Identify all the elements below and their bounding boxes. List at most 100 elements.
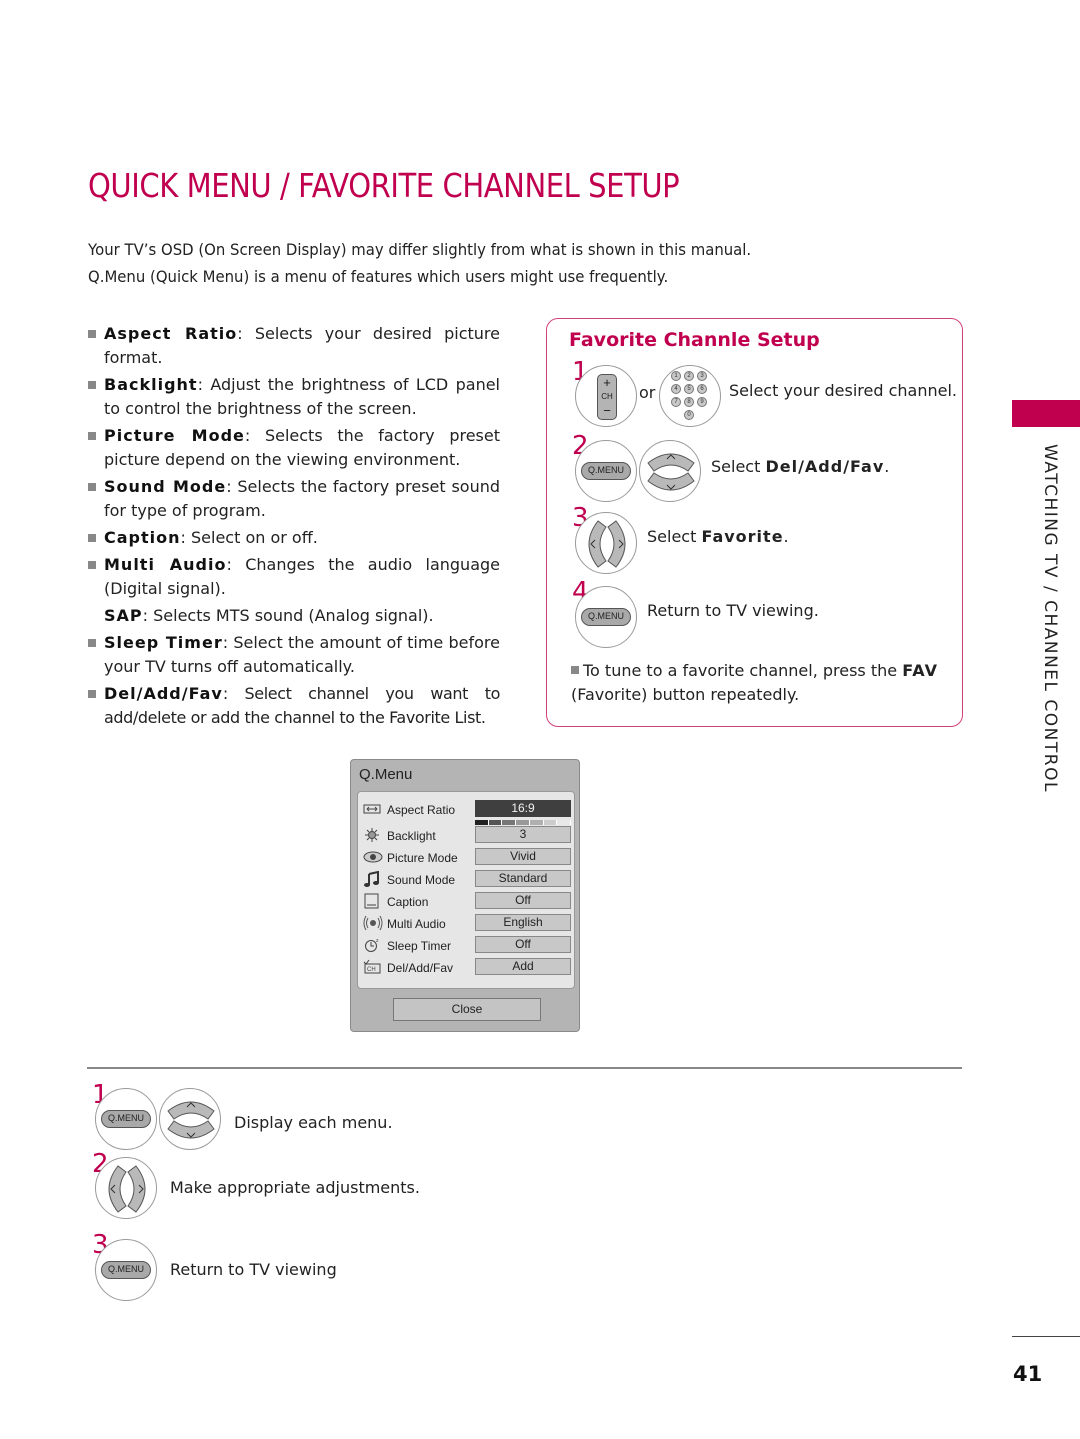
backlight-level-segment — [543, 820, 558, 825]
bullet-icon — [88, 561, 96, 569]
section-divider — [87, 1067, 962, 1069]
bullet-icon — [88, 483, 96, 491]
step-2-text-bold: Del/Add/Fav — [765, 457, 885, 476]
sound-mode-icon — [363, 870, 381, 887]
qmenu-close-button[interactable]: Close — [393, 998, 541, 1021]
left-right-button-graphic — [575, 512, 637, 574]
note-text-post: (Favorite) button repeatedly. — [571, 685, 800, 704]
numpad-key-0: 0 — [684, 410, 694, 420]
feature-term: Caption — [104, 528, 181, 547]
numpad-key-2: 2 — [684, 371, 694, 381]
feature-term: Aspect Ratio — [104, 324, 238, 343]
backlight-level-bar — [475, 820, 572, 825]
feature-desc: : Selects MTS sound (Analog signal). — [142, 606, 434, 625]
feature-del-add-fav: Del/Add/Fav: Select channel you want to … — [88, 682, 500, 730]
ch-plus-label: + — [603, 375, 611, 390]
page-number-rule — [1012, 1336, 1080, 1337]
feature-term: SAP — [104, 606, 143, 625]
feature-term: Sound Mode — [104, 477, 227, 496]
qmenu-row-label: Aspect Ratio — [387, 803, 456, 817]
numpad-key-5: 5 — [684, 384, 694, 394]
note-text-pre: To tune to a favorite channel, press the — [583, 661, 903, 680]
qmenu-row-multi-audio[interactable]: Multi Audio English — [358, 914, 576, 932]
bullet-icon — [571, 666, 579, 674]
ch-minus-label: − — [603, 403, 611, 418]
favorite-note: To tune to a favorite channel, press the… — [571, 659, 951, 707]
sleep-timer-icon: z — [363, 937, 381, 953]
aspect-ratio-icon — [363, 801, 381, 817]
up-down-button-graphic — [639, 440, 701, 502]
qmenu-row-value[interactable]: Standard — [475, 870, 571, 887]
qmenu-button-graphic: Q.MENU — [95, 1239, 157, 1301]
qmenu-button-icon: Q.MENU — [101, 1261, 151, 1279]
qmenu-row-sound-mode[interactable]: Sound Mode Standard — [358, 870, 576, 888]
step-4-text: Return to TV viewing. — [647, 601, 819, 620]
qmenu-button-graphic: Q.MENU — [575, 440, 637, 502]
bullet-icon — [88, 330, 96, 338]
qmenu-row-value[interactable]: 16:9 — [475, 800, 571, 817]
feature-term: Multi Audio — [104, 555, 227, 574]
qmenu-button-graphic: Q.MENU — [575, 586, 637, 648]
svg-text:z: z — [376, 938, 379, 944]
qmenu-row-picture-mode[interactable]: Picture Mode Vivid — [358, 848, 576, 866]
feature-desc: : Select on or off. — [180, 528, 318, 547]
ch-rocker-icon: + CH − — [597, 374, 617, 420]
caption-icon — [363, 893, 381, 909]
backlight-level-segment — [557, 820, 572, 825]
qmenu-row-del-add-fav[interactable]: CH Del/Add/Fav Add — [358, 958, 576, 976]
note-text-bold: FAV — [902, 661, 938, 680]
numpad-key-1: 1 — [671, 371, 681, 381]
qmenu-row-value[interactable]: English — [475, 914, 571, 931]
bullet-icon — [88, 639, 96, 647]
qmenu-row-value[interactable]: 3 — [475, 826, 571, 843]
step-1-text: Select your desired channel. — [729, 381, 957, 400]
qmenu-row-label: Sound Mode — [387, 873, 456, 887]
bullet-icon — [88, 381, 96, 389]
page-title: QUICK MENU / FAVORITE CHANNEL SETUP — [88, 166, 680, 205]
numpad-key-6: 6 — [697, 384, 707, 394]
bullet-icon — [88, 534, 96, 542]
numpad-key-3: 3 — [697, 371, 707, 381]
feature-sound-mode: Sound Mode: Selects the factory preset s… — [88, 475, 500, 523]
left-right-arrows-icon — [108, 1165, 146, 1213]
numpad-key-9: 9 — [697, 397, 707, 407]
numpad-graphic: 123 456 7890 — [659, 365, 721, 427]
feature-list: Aspect Ratio: Selects your desired pictu… — [88, 322, 500, 733]
qmenu-row-label: Backlight — [387, 829, 436, 843]
step-2-text: Select Del/Add/Fav. — [711, 457, 889, 476]
up-down-arrows-icon — [647, 453, 695, 491]
bullet-icon — [88, 690, 96, 698]
picture-mode-icon — [363, 849, 383, 865]
qmenu-row-label: Picture Mode — [387, 851, 458, 865]
qmenu-button-icon: Q.MENU — [581, 608, 631, 626]
qmenu-title: Q.Menu — [359, 766, 413, 783]
feature-term: Sleep Timer — [104, 633, 223, 652]
section-tab-label: WATCHING TV / CHANNEL CONTROL — [1040, 444, 1060, 793]
svg-text:CH: CH — [367, 967, 376, 973]
qmenu-row-label: Caption — [387, 895, 429, 909]
left-right-arrows-icon — [588, 520, 626, 568]
qmenu-osd-panel: Q.Menu Aspect Ratio 16:9 Backlight 3 Picture… — [350, 759, 580, 1032]
qmenu-row-aspect-ratio[interactable]: Aspect Ratio 16:9 — [358, 800, 576, 818]
feature-aspect-ratio: Aspect Ratio: Selects your desired pictu… — [88, 322, 500, 370]
feature-sleep-timer: Sleep Timer: Select the amount of time b… — [88, 631, 500, 679]
favorite-setup-box: Favorite Channle Setup 1 + CH − or 123 45… — [546, 318, 963, 727]
qmenu-row-value[interactable]: Off — [475, 936, 571, 953]
qmenu-row-label: Sleep Timer — [387, 939, 452, 953]
backlight-level-segment — [488, 820, 503, 825]
qmenu-row-caption[interactable]: Caption Off — [358, 892, 576, 910]
numpad-key-4: 4 — [671, 384, 681, 394]
backlight-level-segment — [529, 820, 544, 825]
intro-line-osd: Your TV’s OSD (On Screen Display) may di… — [88, 240, 752, 259]
qmenu-button-icon: Q.MENU — [101, 1110, 151, 1128]
qmenu-row-label: Del/Add/Fav — [387, 961, 454, 975]
left-right-button-graphic — [95, 1157, 157, 1219]
qmenu-row-backlight[interactable]: Backlight 3 — [358, 820, 576, 844]
qmenu-row-value[interactable]: Off — [475, 892, 571, 909]
del-add-fav-icon: CH — [363, 959, 381, 975]
step-2-text-post: . — [884, 457, 890, 476]
qmenu-row-sleep-timer[interactable]: z Sleep Timer Off — [358, 936, 576, 954]
qmenu-row-value[interactable]: Vivid — [475, 848, 571, 865]
qmenu-row-value[interactable]: Add — [475, 958, 571, 975]
backlight-level-segment — [516, 820, 530, 825]
